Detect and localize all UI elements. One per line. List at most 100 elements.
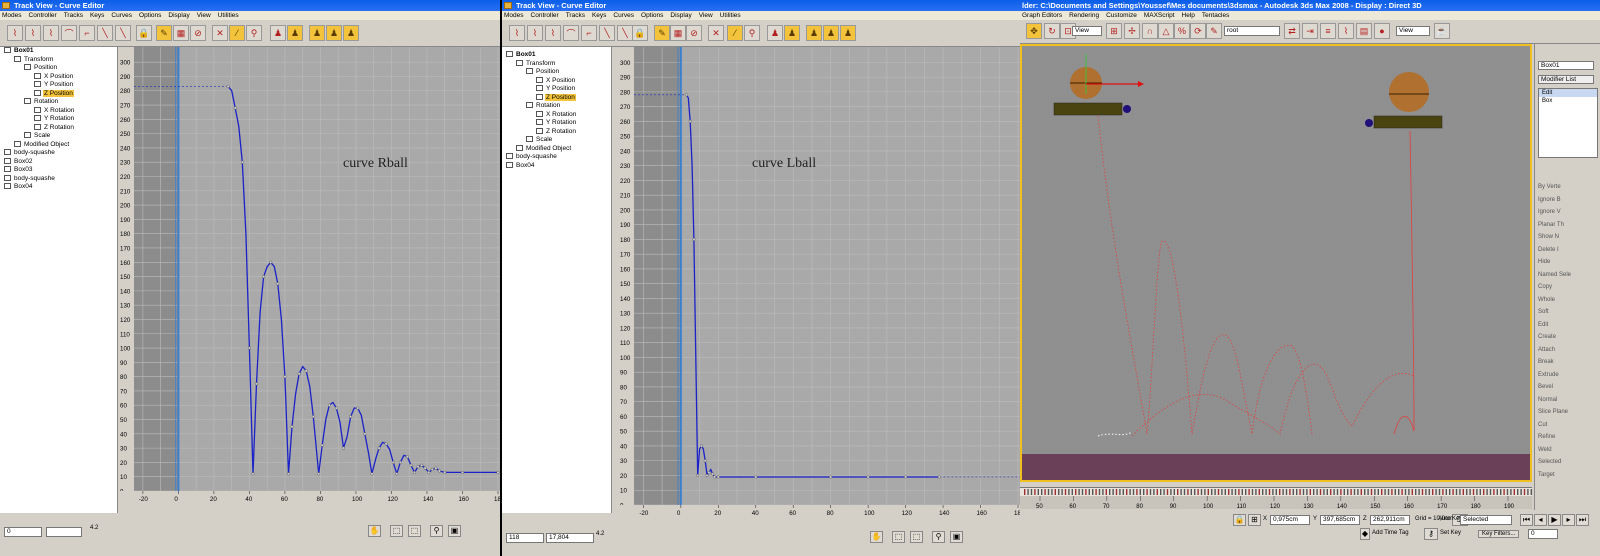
key-marker[interactable]	[1466, 489, 1468, 495]
perspective-viewport[interactable]	[1020, 44, 1532, 482]
tree-item[interactable]: Box01	[506, 51, 537, 59]
unify-tangent-icon[interactable]: ⁄	[229, 25, 245, 41]
key-marker[interactable]	[1268, 489, 1271, 495]
key-marker[interactable]	[1333, 489, 1335, 495]
tree-item[interactable]: Z Rotation	[34, 123, 75, 132]
tree-item[interactable]: body-squashe	[4, 149, 56, 157]
right-handle[interactable]	[1365, 119, 1373, 127]
break-tangent-icon[interactable]: ✕	[708, 25, 724, 41]
command-panel-item[interactable]: Create	[1538, 334, 1556, 340]
menu-item[interactable]: Tracks	[64, 12, 83, 19]
menu-item[interactable]: Tentacles	[1202, 12, 1229, 19]
command-panel-item[interactable]: Bevel	[1538, 384, 1553, 390]
key-marker[interactable]	[1452, 489, 1454, 495]
menu-item[interactable]: Modes	[504, 12, 524, 19]
key-marker[interactable]	[1415, 489, 1417, 495]
menu-item[interactable]: Controller	[531, 12, 559, 19]
key-marker[interactable]	[1238, 489, 1240, 495]
key-marker[interactable]	[1353, 489, 1356, 495]
key-point[interactable]	[754, 475, 758, 479]
key-marker[interactable]	[1408, 489, 1410, 495]
key-marker[interactable]	[1217, 489, 1220, 495]
menu-item[interactable]: Controller	[29, 12, 57, 19]
frame-field[interactable]: 118	[506, 533, 544, 543]
key-marker[interactable]	[1041, 489, 1043, 495]
key-point[interactable]	[866, 475, 870, 479]
goto-start-icon[interactable]: ⏮	[1520, 514, 1533, 526]
key-marker[interactable]	[1289, 489, 1291, 495]
key-marker[interactable]	[1323, 489, 1325, 495]
curve-graph[interactable]: 300 290 280 270 260 250 240 230 220 210 200 190 180 1…	[118, 47, 500, 505]
key-marker[interactable]	[1156, 489, 1158, 495]
key-marker[interactable]	[1085, 489, 1087, 495]
key-marker[interactable]	[1296, 489, 1298, 495]
slide-keys-icon[interactable]: ⌇	[527, 25, 543, 41]
key-marker[interactable]	[1078, 489, 1080, 495]
biped-scale-icon[interactable]: ♟	[840, 25, 856, 41]
key-marker[interactable]	[1360, 489, 1362, 495]
key-filters-button[interactable]: Key Filters...	[1478, 530, 1520, 538]
menu-item[interactable]: Display	[168, 12, 189, 19]
key-marker[interactable]	[1163, 489, 1165, 495]
key-marker[interactable]	[1483, 489, 1485, 495]
key-point[interactable]	[311, 415, 315, 419]
key-marker[interactable]	[1115, 489, 1118, 495]
key-marker[interactable]	[1432, 489, 1434, 495]
key-marker[interactable]	[1214, 489, 1216, 495]
zoom-region-icon[interactable]: ▣	[448, 525, 461, 537]
menu-item[interactable]: Keys	[592, 12, 606, 19]
tree-item[interactable]: Scale	[24, 132, 51, 140]
key-marker[interactable]	[1051, 489, 1053, 495]
right-ball[interactable]	[1389, 72, 1429, 112]
menu-item[interactable]: Curves	[111, 12, 132, 19]
pan-icon[interactable]: ✋	[870, 531, 883, 543]
command-panel-item[interactable]: Ignore B	[1538, 197, 1561, 203]
command-panel-item[interactable]: Soft	[1538, 309, 1549, 315]
key-point[interactable]	[356, 406, 360, 410]
key-marker[interactable]	[1336, 489, 1339, 495]
key-marker[interactable]	[1500, 489, 1502, 495]
key-marker[interactable]	[1411, 489, 1413, 495]
key-marker[interactable]	[1139, 489, 1141, 495]
key-marker[interactable]	[1510, 489, 1512, 495]
key-marker[interactable]	[1530, 489, 1532, 495]
menu-item[interactable]: Utilities	[218, 12, 239, 19]
key-marker[interactable]	[1347, 489, 1349, 495]
key-marker[interactable]	[1302, 489, 1305, 495]
key-marker[interactable]	[1459, 489, 1461, 495]
key-point[interactable]	[699, 444, 703, 448]
select-manip-icon[interactable]: ✢	[1124, 23, 1140, 39]
command-panel-item[interactable]: Hide	[1538, 259, 1550, 265]
fast-tangent-icon[interactable]: ╲	[115, 25, 131, 41]
key-marker[interactable]	[1404, 489, 1407, 495]
tree-item[interactable]: Transform	[14, 55, 54, 64]
biped-pos-icon[interactable]: ♟	[806, 25, 822, 41]
slide-keys-icon[interactable]: ⌇	[25, 25, 41, 41]
key-marker[interactable]	[1044, 489, 1046, 495]
tree-item[interactable]: Box01	[4, 47, 35, 55]
current-frame-field[interactable]: 0	[1528, 529, 1558, 539]
key-point[interactable]	[377, 446, 381, 450]
menu-item[interactable]: Options	[139, 12, 161, 19]
tree-item[interactable]: Z Rotation	[536, 127, 577, 136]
key-marker[interactable]	[1160, 489, 1162, 495]
key-marker[interactable]	[1197, 489, 1199, 495]
z-coord-field[interactable]: 262,911cm	[1370, 515, 1410, 525]
modifier-stack-item[interactable]: Box	[1539, 97, 1597, 105]
key-point[interactable]	[937, 475, 941, 479]
key-point[interactable]	[434, 466, 438, 470]
key-point[interactable]	[460, 470, 464, 474]
key-marker[interactable]	[1381, 489, 1383, 495]
tree-item[interactable]: Transform	[516, 59, 556, 68]
frame-field[interactable]: 0	[4, 527, 42, 537]
tangent-icon[interactable]: ⌒	[61, 25, 77, 41]
key-marker[interactable]	[1149, 489, 1152, 495]
key-point[interactable]	[437, 469, 441, 473]
key-point[interactable]	[904, 475, 908, 479]
key-marker[interactable]	[1326, 489, 1328, 495]
key-point[interactable]	[262, 275, 266, 279]
key-point[interactable]	[269, 260, 273, 264]
key-marker[interactable]	[1221, 489, 1223, 495]
key-marker[interactable]	[1098, 489, 1101, 495]
goto-end-icon[interactable]: ⏭	[1576, 514, 1589, 526]
